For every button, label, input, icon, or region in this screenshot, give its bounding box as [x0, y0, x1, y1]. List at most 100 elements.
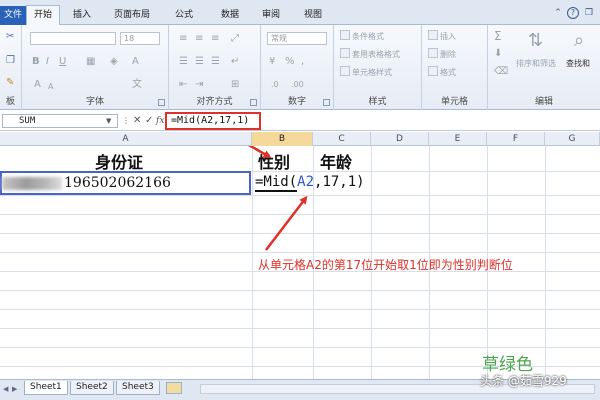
cells-group-label: 单元格 — [440, 97, 468, 107]
name-box-dropdown-icon[interactable]: ▼ — [106, 114, 111, 128]
editing-group-label: 编辑 — [534, 97, 553, 107]
column-header-row: A B C D E F G — [0, 132, 600, 146]
sort-filter-icon[interactable]: ⇅ — [528, 31, 543, 51]
window-restore-icon[interactable]: ❐ — [583, 7, 595, 19]
insert-cells-button[interactable]: 插入 — [428, 30, 456, 44]
insert-function-icon[interactable]: fx — [156, 114, 164, 128]
cancel-entry-icon[interactable]: ✕ — [133, 114, 141, 128]
grow-font-icon[interactable]: A — [34, 79, 41, 91]
underline-icon[interactable]: U — [59, 56, 66, 68]
format-cells-button[interactable]: 格式 — [428, 66, 456, 80]
currency-icon[interactable]: ¥ — [269, 56, 275, 68]
first-sheet-icon[interactable]: ◀ — [3, 384, 10, 394]
number-dialog-launcher[interactable] — [323, 99, 330, 106]
align-right-icon[interactable]: ☰ — [211, 56, 220, 68]
help-icon[interactable]: ? — [567, 7, 579, 19]
sheet-tab-1[interactable]: Sheet1 — [24, 381, 68, 395]
decrease-decimal-icon[interactable]: .00 — [291, 79, 304, 91]
border-icon[interactable]: ▦ — [86, 56, 95, 68]
arrow-to-cell-b2 — [265, 195, 308, 251]
conditional-format-button[interactable]: 条件格式 — [340, 30, 384, 44]
phonetic-icon[interactable]: 文 — [132, 79, 142, 91]
orientation-icon[interactable]: ⤢ — [231, 33, 239, 45]
ribbon-tab-bar: 文件 开始 插入 页面布局 公式 数据 审阅 视图 ⌃ ? ❐ — [0, 0, 600, 26]
delete-cells-button[interactable]: 删除 — [428, 48, 456, 62]
sheet-tab-3[interactable]: Sheet3 — [116, 381, 160, 395]
align-left-icon[interactable]: ☰ — [179, 56, 188, 68]
sort-filter-button[interactable]: 排序和筛选 — [516, 57, 556, 71]
increase-indent-icon[interactable]: ⇥ — [195, 79, 203, 91]
collapse-ribbon-icon[interactable]: ⌃ — [552, 7, 564, 19]
copy-icon[interactable]: ❐ — [6, 55, 15, 67]
fill-icon[interactable]: ⬇ — [494, 48, 502, 60]
enter-entry-icon[interactable]: ✓ — [145, 114, 153, 128]
cut-icon[interactable]: ✂ — [6, 31, 14, 43]
align-center-icon[interactable]: ☰ — [195, 56, 204, 68]
column-header-g[interactable]: G — [545, 132, 600, 146]
fill-color-icon[interactable]: ◈ — [110, 56, 118, 68]
editing-group: Σ ⬇ ⌫ ⇅ 排序和筛选 ⌕ 查找和 编辑 — [488, 25, 600, 110]
name-box[interactable]: SUM — [2, 114, 118, 128]
align-bottom-icon[interactable]: ≡ — [211, 33, 219, 45]
next-sheet-icon[interactable]: ▶ — [12, 384, 19, 394]
arrow-to-formula-bar — [247, 146, 272, 158]
tab-view[interactable]: 视图 — [294, 6, 332, 25]
formula-bar-splitter-icon[interactable]: ⋮ — [122, 114, 130, 128]
tab-home[interactable]: 开始 — [26, 5, 60, 26]
clipboard-group-label: 板 — [5, 97, 15, 107]
cell-styles-button[interactable]: 单元格样式 — [340, 66, 392, 80]
font-color-icon[interactable]: A — [132, 56, 139, 68]
font-dialog-launcher[interactable] — [158, 99, 165, 106]
conditional-format-icon — [340, 30, 350, 40]
delete-cells-label: 删除 — [440, 50, 456, 59]
delete-cells-icon — [428, 48, 438, 58]
ribbon: ✂ ❐ ✎ 板 18 B I U ▦ ◈ A A A 文 字体 ≡ ≡ ≡ ⤢ … — [0, 25, 600, 110]
merge-center-icon[interactable]: ⊞ — [231, 79, 239, 91]
font-size-dropdown[interactable]: 18 — [120, 32, 160, 45]
column-header-d[interactable]: D — [371, 132, 429, 146]
percent-icon[interactable]: % — [285, 56, 295, 68]
align-middle-icon[interactable]: ≡ — [195, 33, 203, 45]
italic-icon[interactable]: I — [46, 56, 49, 68]
find-select-button[interactable]: 查找和 — [566, 57, 590, 71]
tab-review[interactable]: 审阅 — [254, 6, 288, 25]
formula-input[interactable]: =Mid(A2,17,1) — [165, 112, 261, 130]
tab-data[interactable]: 数据 — [210, 6, 250, 25]
decrease-indent-icon[interactable]: ⇤ — [179, 79, 187, 91]
column-header-a[interactable]: A — [0, 132, 252, 146]
watermark-user: 头条 @茹雪929 — [480, 374, 567, 388]
tab-insert[interactable]: 插入 — [64, 6, 100, 25]
tab-page-layout[interactable]: 页面布局 — [104, 6, 160, 25]
number-group: 常规 ¥ % , .0 .00 数字 — [261, 25, 334, 110]
find-select-icon[interactable]: ⌕ — [574, 31, 584, 51]
align-top-icon[interactable]: ≡ — [179, 33, 187, 45]
alignment-group: ≡ ≡ ≡ ⤢ ☰ ☰ ☰ ↵ ⇤ ⇥ ⊞ 对齐方式 — [169, 25, 261, 110]
insert-cells-icon — [428, 30, 438, 40]
shrink-font-icon[interactable]: A — [48, 81, 53, 93]
tab-formulas[interactable]: 公式 — [164, 6, 204, 25]
worksheet-grid[interactable]: 身份证 性别 年龄 196502062166 =Mid(A2,17,1) 从单元… — [0, 146, 600, 379]
font-name-dropdown[interactable] — [30, 32, 116, 45]
cells-group: 插入 删除 格式 单元格 — [422, 25, 488, 110]
column-header-b[interactable]: B — [252, 132, 313, 146]
table-format-label: 套用表格格式 — [352, 50, 400, 59]
table-format-button[interactable]: 套用表格格式 — [340, 48, 400, 62]
wrap-text-icon[interactable]: ↵ — [231, 56, 239, 68]
format-cells-icon — [428, 66, 438, 76]
column-header-f[interactable]: F — [487, 132, 545, 146]
tab-file[interactable]: 文件 — [0, 6, 26, 25]
autosum-icon[interactable]: Σ — [494, 30, 502, 42]
increase-decimal-icon[interactable]: .0 — [271, 79, 279, 91]
clear-icon[interactable]: ⌫ — [494, 66, 508, 78]
styles-group-label: 样式 — [368, 97, 387, 107]
comma-style-icon[interactable]: , — [301, 56, 304, 68]
column-header-c[interactable]: C — [313, 132, 371, 146]
format-painter-icon[interactable]: ✎ — [6, 77, 14, 89]
table-format-icon — [340, 48, 350, 58]
sheet-tab-2[interactable]: Sheet2 — [70, 381, 114, 395]
number-format-dropdown[interactable]: 常规 — [267, 32, 327, 45]
column-header-e[interactable]: E — [429, 132, 487, 146]
alignment-dialog-launcher[interactable] — [250, 99, 257, 106]
bold-icon[interactable]: B — [32, 56, 40, 68]
new-sheet-icon[interactable] — [166, 382, 182, 394]
